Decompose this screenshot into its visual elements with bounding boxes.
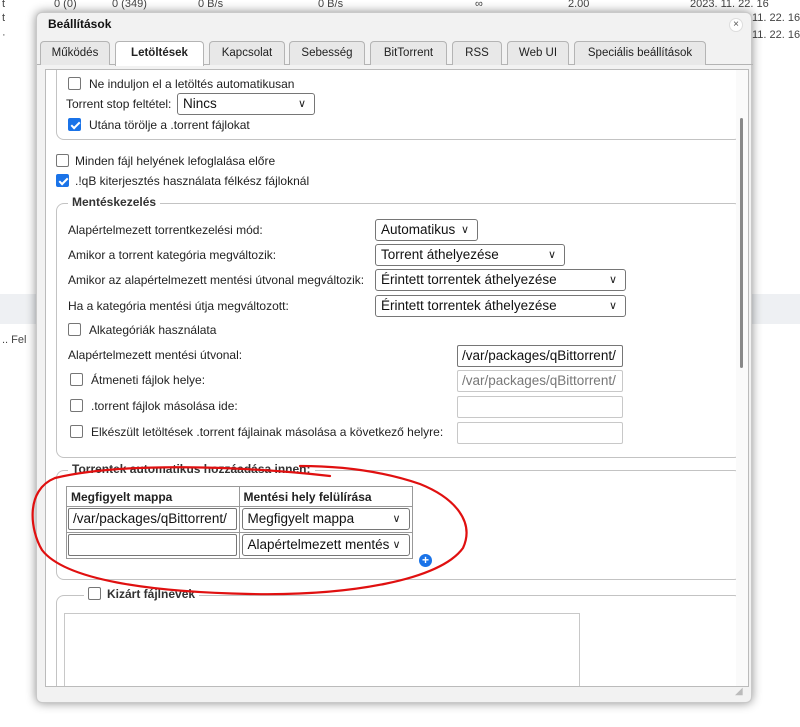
table-row: Alapértelmezett mentés ∨ (66, 532, 414, 559)
subcategories-checkbox[interactable] (68, 323, 81, 336)
category-path-changed-label: Ha a kategória mentési útja megváltozott… (68, 299, 289, 313)
tab-downloads[interactable]: Letöltések (115, 41, 204, 66)
copy-finished-label: Elkészült letöltések .torrent fájlainak … (91, 425, 444, 439)
save-override-select[interactable]: Megfigyelt mappa ∨ (241, 508, 410, 530)
tab-web-ui[interactable]: Web UI (507, 41, 569, 65)
add-row-icon[interactable]: + (419, 554, 432, 567)
save-override-value: Alapértelmezett mentés (247, 537, 390, 552)
bg-cell: 11. 22. 16 (752, 12, 800, 24)
chevron-down-icon: ∨ (392, 513, 401, 525)
delete-torrent-label: Utána törölje a .torrent fájlokat (89, 118, 250, 132)
category-changed-label: Amikor a torrent kategória megváltozik: (68, 248, 277, 262)
temp-path-input[interactable]: /var/packages/qBittorrent/ (457, 370, 623, 392)
tab-connection[interactable]: Kapcsolat (209, 41, 285, 65)
bg-cell: 0 (349) (112, 0, 147, 10)
table-row: /var/packages/qBittorrent/ Megfigyelt ma… (66, 506, 414, 533)
tab-advanced[interactable]: Speciális beállítások (574, 41, 706, 65)
excluded-files-checkbox[interactable] (88, 587, 101, 600)
table-header-row: Megfigyelt mappa Mentési hely felülírása (66, 486, 414, 507)
bg-cell: ∞ (475, 0, 483, 10)
watched-folder-input[interactable] (68, 534, 237, 556)
stop-condition-value: Nincs (183, 96, 217, 111)
tab-bittorrent[interactable]: BitTorrent (370, 41, 447, 65)
dont-start-checkbox[interactable] (68, 77, 81, 90)
dont-start-label: Ne induljon el a letöltés automatikusan (89, 77, 295, 91)
watched-folder-input[interactable]: /var/packages/qBittorrent/ (68, 508, 237, 530)
tab-rss[interactable]: RSS (452, 41, 502, 65)
category-path-changed-select[interactable]: Érintett torrentek áthelyezése ∨ (375, 295, 626, 317)
temp-path-checkbox[interactable] (70, 373, 83, 386)
tab-bar: Működés Letöltések Kapcsolat Sebesség Bi… (37, 41, 753, 66)
bg-cell: 2.00 (568, 0, 590, 10)
category-changed-select[interactable]: Torrent áthelyezése ∨ (375, 244, 565, 266)
bg-cell: 0 (0) (54, 0, 77, 10)
default-mode-select[interactable]: Automatikus ∨ (375, 219, 478, 241)
default-path-changed-label: Amikor az alapértelmezett mentési útvona… (68, 273, 365, 287)
panel-scrollbar[interactable] (736, 70, 748, 686)
copy-torrent-checkbox[interactable] (70, 399, 83, 412)
background-torrent-row: t 0 (0) 0 (349) 0 B/s 0 B/s ∞ 2.00 2023.… (0, 0, 800, 12)
scrollbar-thumb[interactable] (740, 118, 743, 368)
chevron-down-icon: ∨ (460, 224, 469, 236)
bg-cell: t (2, 12, 6, 24)
bg-cell: 11. 22. 16 (752, 29, 800, 41)
excluded-files-legend: Kizárt fájlnevek (84, 587, 200, 601)
category-path-changed-value: Érintett torrentek áthelyezése (381, 298, 557, 313)
copy-torrent-label: .torrent fájlok másolása ide: (91, 399, 238, 413)
default-save-path-input[interactable]: /var/packages/qBittorrent/ (457, 345, 623, 367)
close-icon[interactable]: × (729, 18, 743, 32)
default-path-changed-value: Érintett torrentek áthelyezése (381, 272, 557, 287)
auto-add-legend: Torrentek automatikus hozzáadása innen: (68, 462, 315, 476)
preallocate-label: Minden fájl helyének lefoglalása előre (75, 154, 276, 168)
bg-cell: t (2, 0, 6, 10)
chevron-down-icon: ∨ (608, 274, 617, 286)
column-save-override: Mentési hely felülírása (238, 486, 414, 507)
bg-cell: 0 B/s (198, 0, 224, 10)
resize-grip-icon[interactable]: ◢ (735, 686, 745, 697)
incomplete-extension-label: .!qB kiterjesztés használata félkész fáj… (75, 174, 310, 188)
category-changed-value: Torrent áthelyezése (381, 247, 499, 262)
tab-speed[interactable]: Sebesség (289, 41, 365, 65)
chevron-down-icon: ∨ (547, 249, 556, 261)
dialog-title: Beállítások (48, 17, 112, 31)
delete-torrent-checkbox[interactable] (68, 118, 81, 131)
incomplete-extension-checkbox[interactable] (56, 174, 69, 187)
tab-behavior[interactable]: Működés (40, 41, 110, 65)
chevron-down-icon: ∨ (297, 98, 306, 110)
default-mode-value: Automatikus (381, 222, 456, 237)
preferences-dialog: Beállítások × Működés Letöltések Kapcsol… (36, 12, 753, 703)
excluded-files-label: Kizárt fájlnevek (107, 587, 196, 601)
watched-folders-table: Megfigyelt mappa Mentési hely felülírása… (66, 486, 414, 559)
bg-cell: 0 B/s (318, 0, 344, 10)
save-management-legend: Mentéskezelés (68, 195, 161, 209)
chevron-down-icon: ∨ (390, 535, 401, 555)
default-mode-label: Alapértelmezett torrentkezelési mód: (68, 223, 263, 237)
copy-torrent-input[interactable] (457, 396, 623, 418)
default-save-path-label: Alapértelmezett mentési útvonal: (68, 348, 243, 362)
save-override-select[interactable]: Alapértelmezett mentés ∨ (241, 534, 410, 556)
stop-condition-select[interactable]: Nincs ∨ (177, 93, 315, 115)
background-column-header: .. Fel (2, 334, 27, 346)
bg-cell: · (2, 29, 6, 41)
subcategories-label: Alkategóriák használata (89, 323, 217, 337)
preallocate-checkbox[interactable] (56, 154, 69, 167)
column-watched-folder: Megfigyelt mappa (66, 486, 240, 507)
temp-path-label: Átmeneti fájlok helye: (91, 373, 206, 387)
downloads-panel: Ne induljon el a letöltés automatikusan … (45, 69, 749, 687)
copy-finished-input[interactable] (457, 422, 623, 444)
chevron-down-icon: ∨ (608, 300, 617, 312)
stop-condition-label: Torrent stop feltétel: (66, 97, 172, 111)
save-override-value: Megfigyelt mappa (247, 511, 355, 526)
copy-finished-checkbox[interactable] (70, 425, 83, 438)
excluded-files-textarea[interactable] (64, 613, 580, 686)
bg-cell: 2023. 11. 22. 16 (690, 0, 769, 10)
default-path-changed-select[interactable]: Érintett torrentek áthelyezése ∨ (375, 269, 626, 291)
